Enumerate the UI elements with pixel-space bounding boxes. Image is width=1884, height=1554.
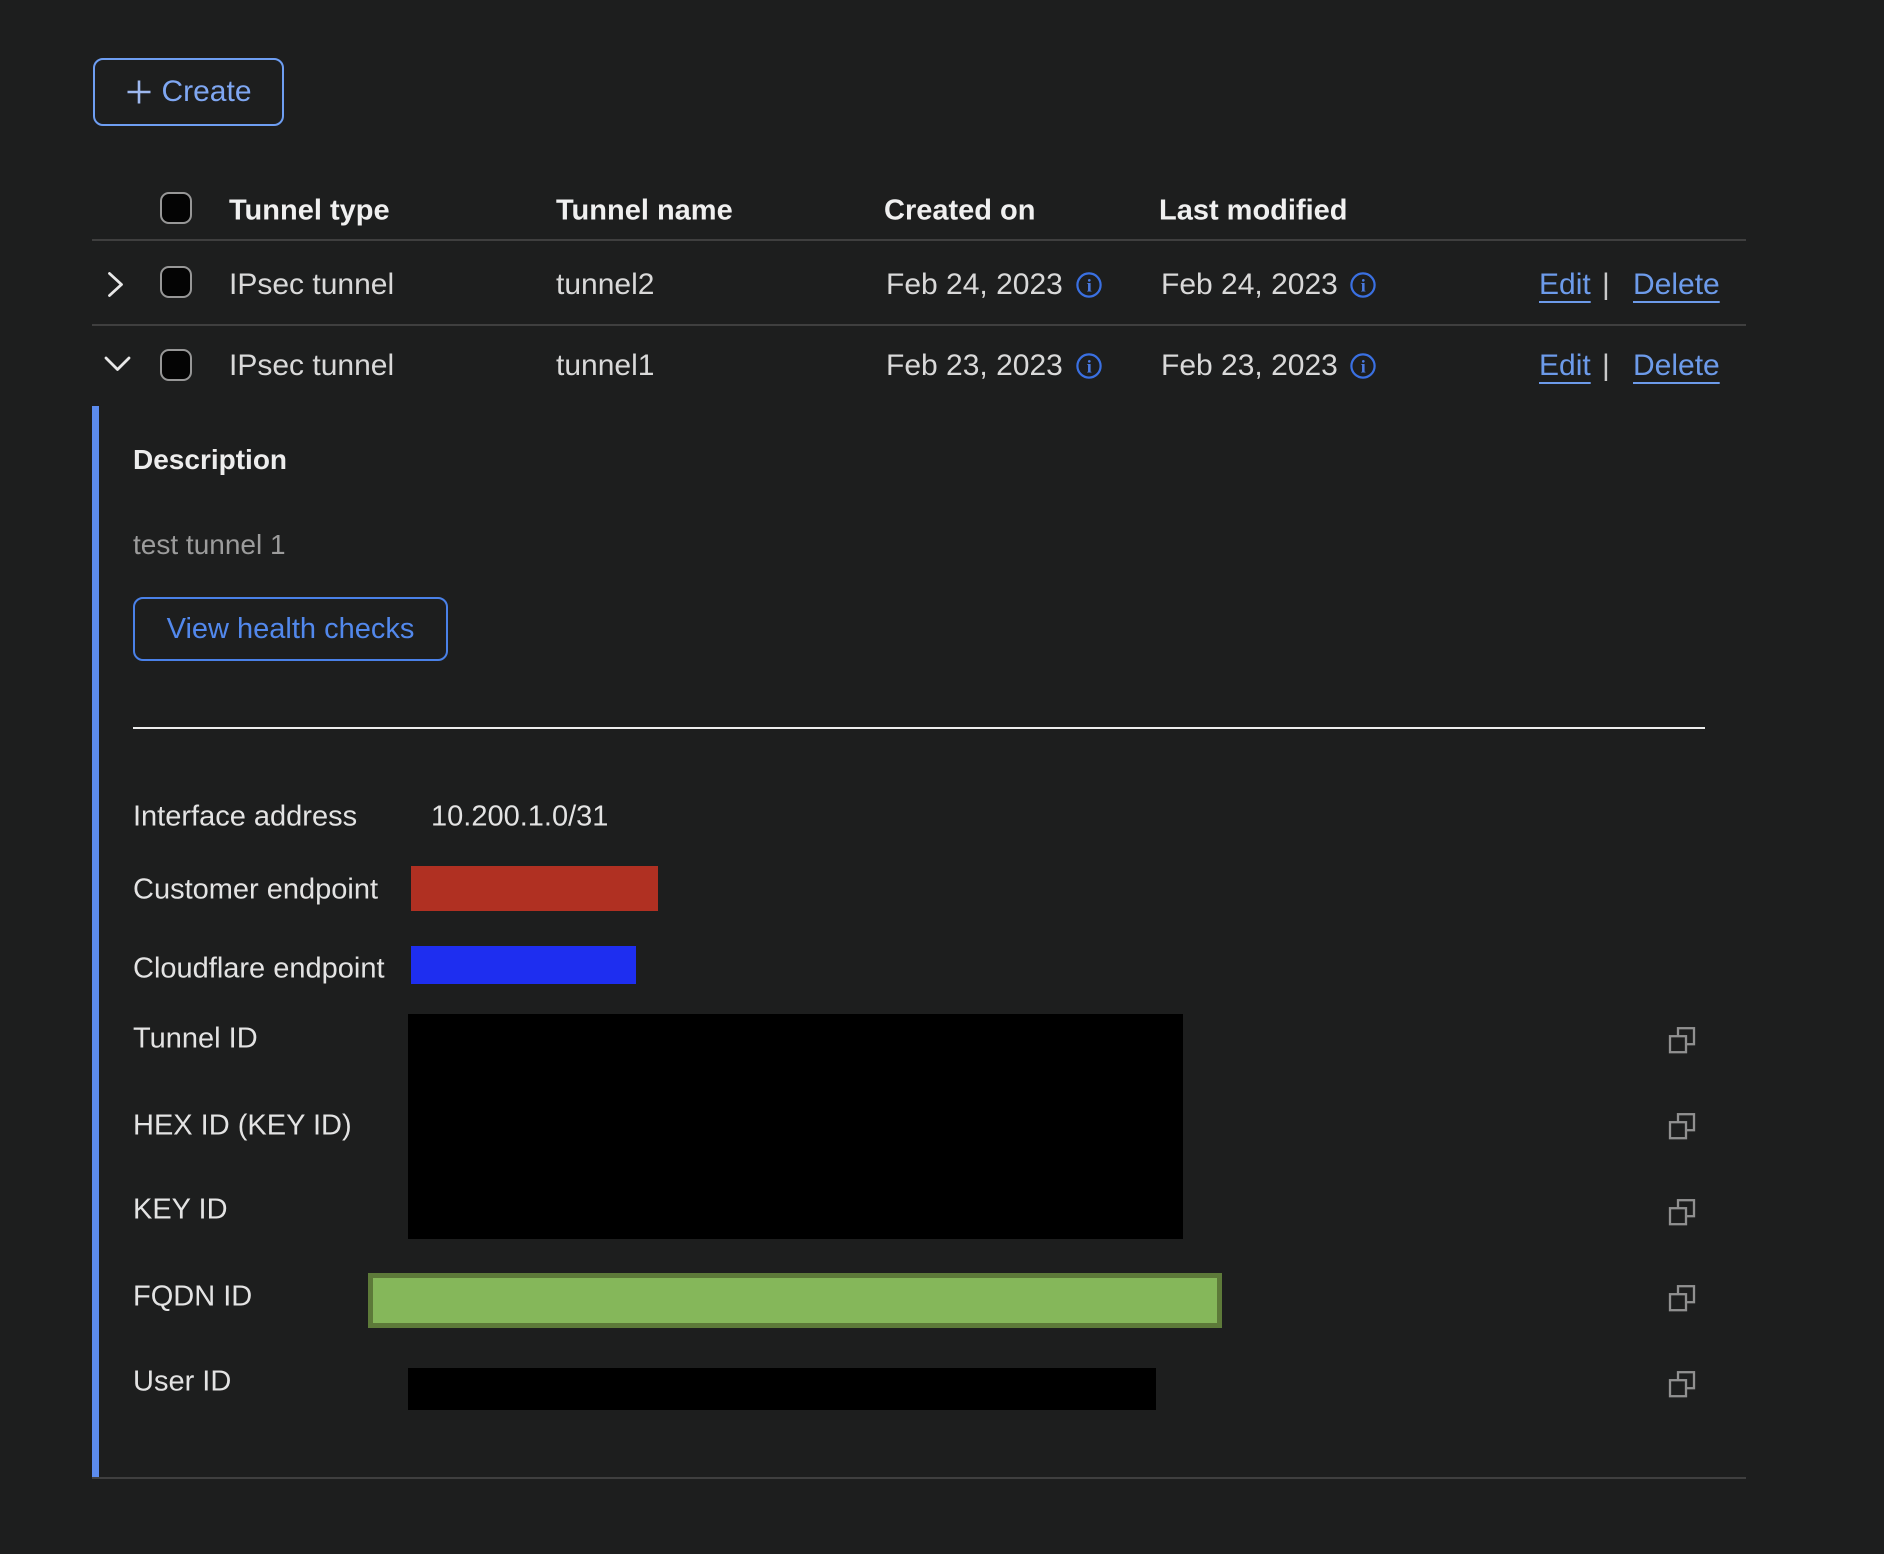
svg-text:i: i [1361,276,1366,296]
svg-text:i: i [1087,357,1092,377]
svg-text:i: i [1361,357,1366,377]
svg-text:i: i [1087,276,1092,296]
